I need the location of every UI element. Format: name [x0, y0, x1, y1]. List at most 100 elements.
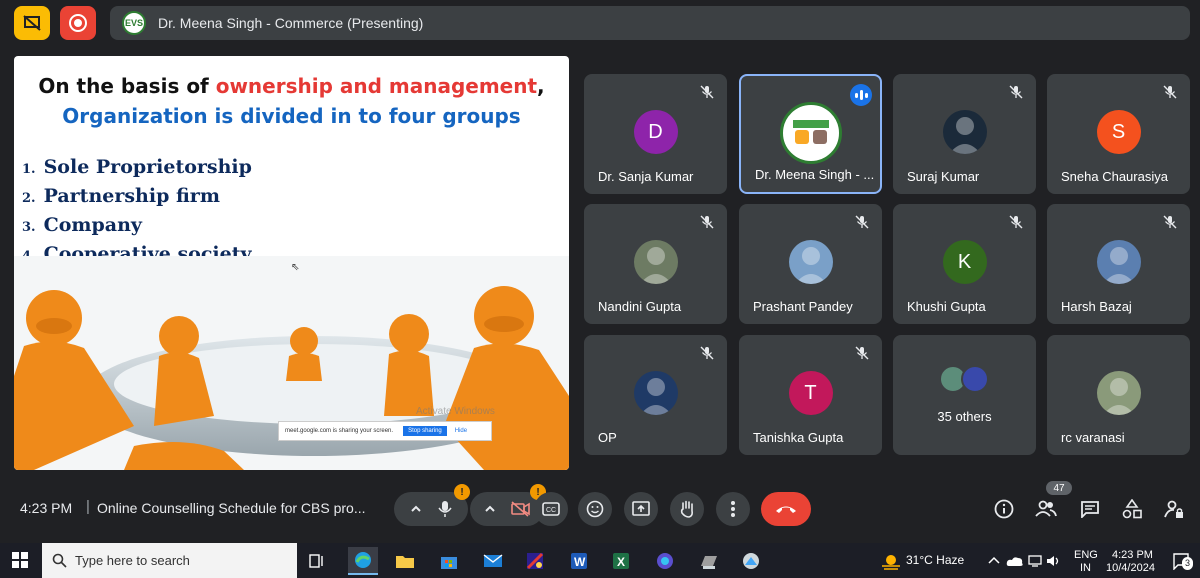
mail-icon[interactable]: [478, 547, 508, 575]
paint-app-icon[interactable]: [520, 547, 550, 575]
volume-icon[interactable]: [1046, 555, 1062, 567]
taskbar-search[interactable]: Type here to search: [42, 543, 297, 578]
captions-button[interactable]: CC: [534, 492, 568, 526]
notification-count: 3: [1182, 557, 1194, 570]
divider: |: [86, 498, 90, 515]
avatar-initial: S: [1111, 120, 1126, 143]
participant-name: rc varanasi: [1061, 430, 1125, 445]
presentation-title: Dr. Meena Singh - Commerce (Presenting): [158, 15, 424, 31]
chat-button[interactable]: [1076, 495, 1104, 523]
mouse-cursor-icon: ⇖: [291, 262, 300, 273]
edge-browser-icon[interactable]: [348, 547, 378, 575]
bing-icon[interactable]: [650, 547, 680, 575]
shared-screen: On the basis of ownership and management…: [14, 56, 569, 470]
recording-button[interactable]: [60, 6, 96, 40]
host-controls-button[interactable]: [1160, 495, 1188, 523]
windows-taskbar: Type here to search W X 31°C Haze ENG IN…: [0, 543, 1200, 578]
present-button[interactable]: [624, 492, 658, 526]
list-item: 3. Company: [22, 212, 252, 241]
mic-off-icon: [699, 84, 715, 100]
presenter-avatar: EVS: [122, 11, 146, 35]
participant-tile[interactable]: OP: [584, 335, 727, 455]
camera-control[interactable]: !: [470, 484, 546, 526]
mic-warning-badge: !: [454, 484, 470, 500]
meeting-time: 4:23 PM: [20, 500, 73, 516]
avatar: [942, 110, 987, 154]
participant-tile[interactable]: Nandini Gupta: [584, 204, 727, 324]
meeting-title[interactable]: Online Counselling Schedule for CBS pro.…: [97, 500, 365, 516]
participant-tile[interactable]: Suraj Kumar: [893, 74, 1036, 194]
activities-button[interactable]: [1118, 495, 1146, 523]
stop-presenting-button[interactable]: [14, 6, 50, 40]
participant-tile[interactable]: rc varanasi: [1047, 335, 1190, 455]
word-icon[interactable]: W: [564, 547, 594, 575]
mic-off-icon[interactable]: [437, 500, 453, 518]
language-top[interactable]: ENG: [1074, 549, 1098, 562]
language-bottom[interactable]: IN: [1080, 562, 1091, 575]
people-button[interactable]: [1032, 495, 1060, 523]
participant-tile[interactable]: D Dr. Sanja Kumar: [584, 74, 727, 194]
shapes-icon: [1122, 499, 1142, 519]
svg-text:CC: CC: [546, 507, 556, 514]
chevron-up-icon[interactable]: [483, 502, 497, 516]
end-call-icon: [776, 506, 796, 513]
file-explorer-icon[interactable]: [390, 547, 420, 575]
avatar: K: [942, 240, 987, 284]
participant-name: Prashant Pandey: [753, 299, 853, 314]
network-icon[interactable]: [1028, 555, 1042, 567]
presentation-header[interactable]: EVS Dr. Meena Singh - Commerce (Presenti…: [110, 6, 1190, 40]
weather-text[interactable]: 31°C Haze: [906, 554, 964, 567]
more-options-button[interactable]: [716, 492, 750, 526]
search-input[interactable]: Type here to search: [75, 553, 190, 568]
store-icon[interactable]: [434, 547, 464, 575]
excel-icon[interactable]: X: [606, 547, 636, 575]
hand-icon: [680, 500, 693, 518]
chat-icon: [1081, 501, 1099, 518]
windows-start-icon[interactable]: [12, 552, 28, 568]
others-avatar-group: [939, 365, 995, 393]
svg-text:X: X: [617, 555, 625, 569]
clock-time[interactable]: 4:23 PM: [1112, 549, 1153, 562]
avatar: S: [1096, 110, 1141, 154]
mic-off-icon: [854, 214, 870, 230]
weather-icon[interactable]: [880, 551, 902, 571]
present-off-icon: [23, 15, 41, 31]
captions-icon: CC: [542, 502, 560, 516]
app-icon[interactable]: [694, 547, 724, 575]
stop-sharing-button[interactable]: Stop sharing: [403, 426, 447, 436]
camera-off-icon[interactable]: [511, 501, 531, 517]
avatar: [1096, 371, 1141, 415]
hide-banner-link[interactable]: Hide: [455, 428, 467, 434]
speaking-indicator-icon: [850, 84, 872, 106]
chevron-up-icon[interactable]: [409, 502, 423, 516]
avatar: T: [788, 371, 833, 415]
participant-tile[interactable]: Dr. Meena Singh - ...: [739, 74, 882, 194]
participant-tile[interactable]: 35 others: [893, 335, 1036, 455]
reactions-button[interactable]: [578, 492, 612, 526]
raise-hand-button[interactable]: [670, 492, 704, 526]
participant-name: Suraj Kumar: [907, 169, 980, 184]
list-text: Partnership firm: [43, 185, 220, 207]
chevron-up-icon[interactable]: [988, 555, 1000, 565]
participant-tile[interactable]: S Sneha Chaurasiya: [1047, 74, 1190, 194]
control-bar: 4:23 PM | Online Counselling Schedule fo…: [0, 480, 1200, 538]
clock-date[interactable]: 10/4/2024: [1106, 562, 1155, 575]
meeting-details-button[interactable]: [990, 495, 1018, 523]
heading-suffix: ,: [537, 74, 545, 98]
participant-tile[interactable]: K Khushi Gupta: [893, 204, 1036, 324]
participant-tile[interactable]: Harsh Bazaj: [1047, 204, 1190, 324]
photos-app-icon[interactable]: [736, 547, 766, 575]
people-icon: [1035, 500, 1057, 517]
record-icon: [69, 14, 87, 32]
avatar: [633, 240, 678, 284]
task-view-icon[interactable]: [302, 547, 332, 575]
avatar: [633, 371, 678, 415]
participant-tile[interactable]: T Tanishka Gupta: [739, 335, 882, 455]
microphone-control[interactable]: !: [394, 484, 470, 526]
participant-name: Dr. Sanja Kumar: [598, 169, 694, 184]
participant-tile[interactable]: Prashant Pandey: [739, 204, 882, 324]
onedrive-icon[interactable]: [1006, 555, 1024, 567]
leave-call-button[interactable]: [761, 492, 811, 526]
heading-prefix: On the basis of: [38, 74, 216, 98]
mic-off-icon: [1162, 214, 1178, 230]
